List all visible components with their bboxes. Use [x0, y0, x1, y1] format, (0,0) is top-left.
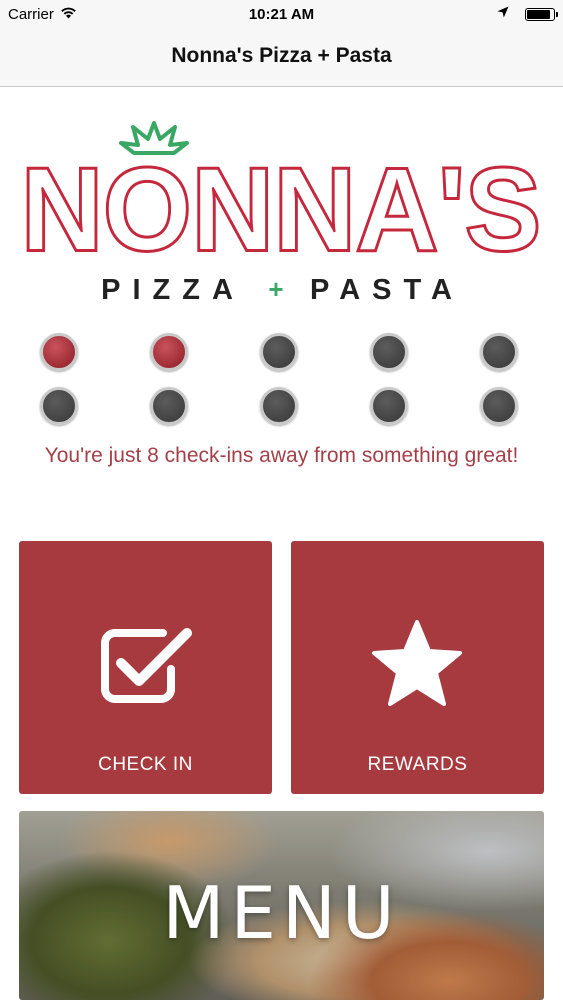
punch-dot	[480, 333, 518, 371]
checkin-progress-message: You're just 8 check-ins away from someth…	[44, 444, 519, 467]
star-icon	[371, 619, 463, 712]
logo-tagline-plus: +	[268, 274, 283, 304]
nonnas-logo: NONNA'S NONNA'S PIZZA + PASTA	[19, 121, 543, 306]
logo-tagline-pasta: PASTA	[310, 274, 464, 306]
punch-dot	[40, 387, 78, 425]
punch-dot	[40, 333, 78, 371]
logo-wordmark-inner: NONNA'S	[21, 144, 541, 276]
checkbox-icon	[101, 625, 193, 710]
punch-dot	[370, 387, 408, 425]
punch-dot	[370, 333, 408, 371]
battery-level	[527, 9, 550, 19]
punch-dot	[480, 387, 518, 425]
status-right	[497, 5, 558, 23]
check-in-button[interactable]: CHECK IN	[19, 541, 272, 794]
navigation-bar: Nonna's Pizza + Pasta	[0, 30, 563, 87]
location-arrow-icon	[497, 5, 509, 23]
menu-button[interactable]: MENU	[19, 811, 544, 1000]
punch-dot	[260, 333, 298, 371]
battery-icon	[525, 7, 558, 21]
rewards-button[interactable]: REWARDS	[291, 541, 544, 794]
status-bar: Carrier 10:21 AM	[0, 0, 563, 30]
punch-dot	[150, 333, 188, 371]
check-in-label: CHECK IN	[98, 754, 193, 775]
logo-tagline-pizza: PIZZA	[101, 274, 245, 306]
punch-card	[40, 333, 520, 425]
nav-title: Nonna's Pizza + Pasta	[171, 44, 392, 67]
punch-dot	[150, 387, 188, 425]
punch-dot	[260, 387, 298, 425]
menu-label: MENU	[162, 871, 401, 955]
clock: 10:21 AM	[248, 6, 315, 23]
rewards-label: REWARDS	[367, 754, 468, 775]
